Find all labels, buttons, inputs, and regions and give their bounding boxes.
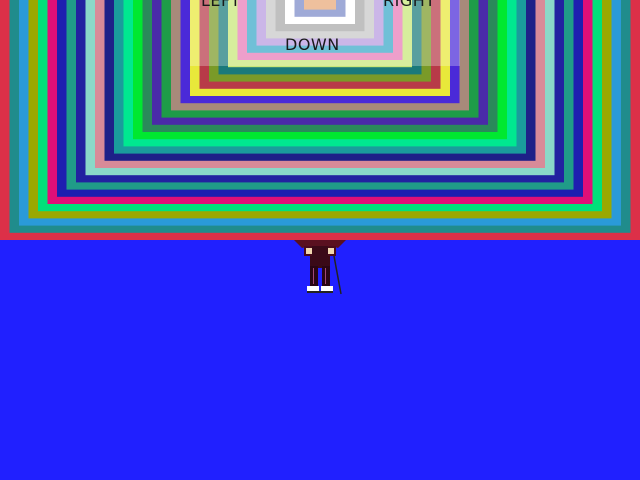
player-character [292,240,350,296]
player-sprite [294,240,346,295]
left-button[interactable]: LEFT [201,0,241,10]
game-stage: LEFT RIGHT DOWN [0,0,640,480]
direction-pad: LEFT RIGHT DOWN [190,0,460,66]
right-button[interactable]: RIGHT [383,0,436,10]
down-button[interactable]: DOWN [285,35,340,54]
